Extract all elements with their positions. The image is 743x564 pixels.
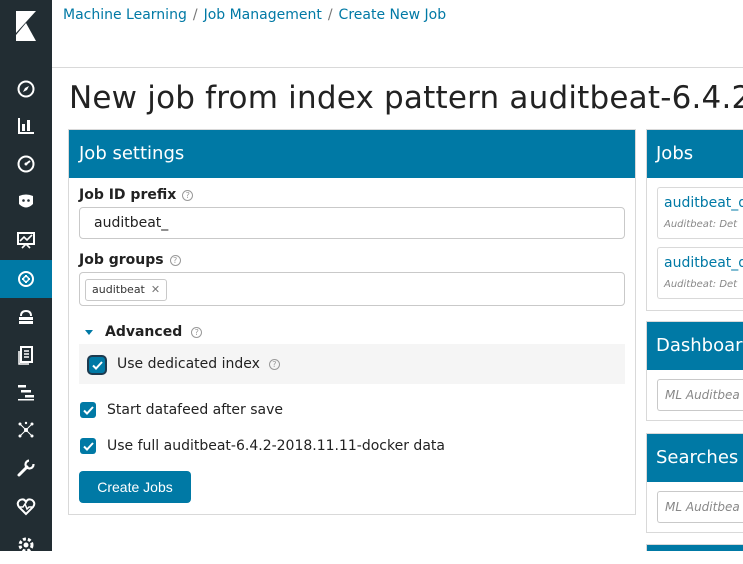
job-id-prefix-input[interactable]: auditbeat_: [79, 207, 625, 239]
searches-input-placeholder: ML Auditbea: [665, 500, 740, 514]
dashboards-input-placeholder: ML Auditbea: [665, 388, 740, 402]
job-description: Auditbeat: Det: [664, 279, 738, 290]
job-group-tag-label: auditbeat: [92, 283, 145, 296]
dedicated-index-row: Use dedicated index?: [79, 344, 625, 384]
machine-learning-icon[interactable]: [0, 260, 52, 298]
advanced-toggle[interactable]: Advanced?: [85, 324, 203, 340]
dashboards-input[interactable]: ML Auditbea: [657, 379, 743, 411]
canvas-icon[interactable]: [0, 183, 52, 221]
advanced-label: Advanced: [105, 324, 183, 340]
page-title: New job from index pattern auditbeat-6.4…: [69, 80, 743, 116]
checkmark-icon: [82, 405, 94, 415]
dashboards-header: Dashboards: [647, 322, 743, 370]
logs-icon[interactable]: [0, 336, 52, 374]
breadcrumb: Machine Learning / Job Management / Create N…: [63, 7, 446, 23]
jobs-header: Jobs: [647, 130, 743, 178]
job-group-tag: auditbeat ✕: [85, 279, 168, 301]
searches-panel: Searches ML Auditbea: [646, 433, 743, 533]
start-datafeed-label: Start datafeed after save: [107, 402, 284, 418]
breadcrumb-job-management[interactable]: Job Management: [204, 7, 322, 23]
help-icon[interactable]: ?: [191, 326, 203, 338]
breadcrumb-separator: /: [327, 7, 333, 23]
job-groups-label: Job groups?: [79, 252, 181, 268]
job-name-link[interactable]: auditbeat_do: [664, 195, 743, 211]
breadcrumb-machine-learning[interactable]: Machine Learning: [63, 7, 187, 23]
use-dedicated-index-text: Use dedicated index: [117, 356, 260, 372]
searches-header: Searches: [647, 434, 743, 482]
checkmark-icon: [91, 360, 103, 370]
kibana-logo-icon[interactable]: [0, 0, 52, 52]
discover-icon[interactable]: [0, 70, 52, 108]
create-jobs-button[interactable]: Create Jobs: [79, 471, 191, 503]
management-icon[interactable]: [0, 526, 52, 564]
searches-input[interactable]: ML Auditbea: [657, 491, 743, 523]
next-panel-edge: [646, 544, 743, 551]
dev-tools-icon[interactable]: [0, 449, 52, 487]
job-description: Auditbeat: Det: [664, 219, 738, 230]
jobs-panel: Jobs auditbeat_do Auditbeat: Det auditbe…: [646, 129, 743, 311]
apm-icon[interactable]: [0, 373, 52, 411]
infrastructure-icon[interactable]: [0, 298, 52, 336]
use-full-data-checkbox[interactable]: [80, 438, 96, 454]
monitoring-icon[interactable]: [0, 488, 52, 526]
job-groups-input[interactable]: auditbeat ✕: [79, 272, 625, 306]
top-bar: Machine Learning / Job Management / Create N…: [52, 0, 743, 68]
breadcrumb-separator: /: [192, 7, 198, 23]
checkmark-icon: [82, 441, 94, 451]
sidebar: [0, 0, 52, 553]
timelion-icon[interactable]: [0, 221, 52, 259]
help-icon[interactable]: ?: [182, 189, 194, 201]
job-name-link[interactable]: auditbeat_do: [664, 255, 743, 271]
help-icon[interactable]: ?: [268, 358, 280, 370]
job-card[interactable]: auditbeat_do Auditbeat: Det: [657, 247, 743, 299]
job-card[interactable]: auditbeat_do Auditbeat: Det: [657, 187, 743, 239]
job-settings-panel: Job settings Job ID prefix? auditbeat_ J…: [68, 129, 636, 515]
job-settings-header: Job settings: [69, 130, 635, 178]
close-icon[interactable]: ✕: [151, 283, 160, 296]
help-icon[interactable]: ?: [169, 254, 181, 266]
start-datafeed-checkbox[interactable]: [80, 402, 96, 418]
use-dedicated-index-checkbox[interactable]: [89, 357, 105, 373]
chevron-down-icon: [85, 329, 93, 335]
next-panel-header-edge: [647, 545, 743, 551]
use-dedicated-index-label: Use dedicated index?: [117, 356, 280, 372]
graph-icon[interactable]: [0, 411, 52, 449]
breadcrumb-create-new-job[interactable]: Create New Job: [339, 7, 447, 23]
job-id-prefix-label: Job ID prefix?: [79, 187, 194, 203]
visualize-icon[interactable]: [0, 107, 52, 145]
job-id-prefix-label-text: Job ID prefix: [79, 187, 177, 203]
dashboard-icon[interactable]: [0, 145, 52, 183]
job-groups-label-text: Job groups: [79, 252, 164, 268]
use-full-data-label: Use full auditbeat-6.4.2-2018.11.11-dock…: [107, 438, 445, 454]
dashboards-panel: Dashboards ML Auditbea: [646, 321, 743, 421]
